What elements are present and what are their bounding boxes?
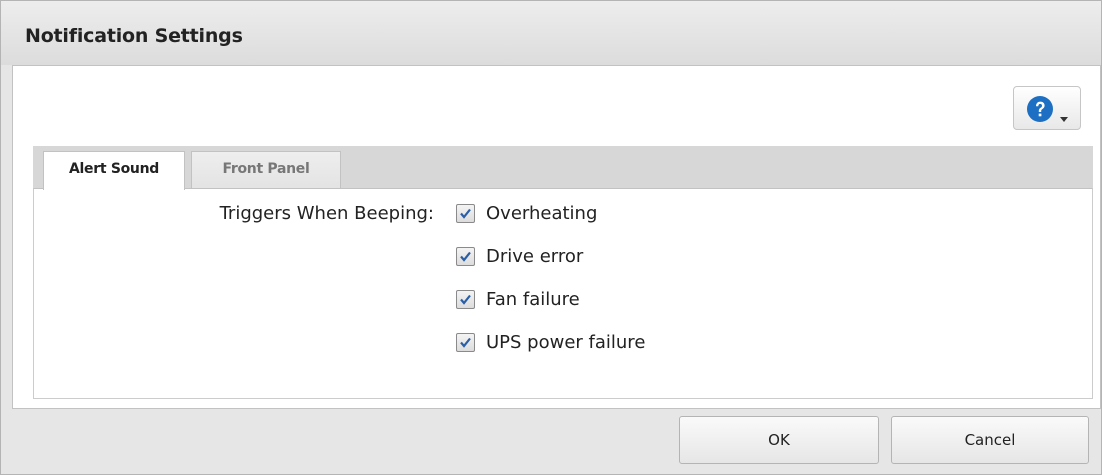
dialog-titlebar[interactable]: Notification Settings	[1, 1, 1101, 65]
notification-settings-dialog: Notification Settings Alert Sound Front …	[0, 0, 1102, 475]
ok-button[interactable]: OK	[679, 416, 879, 464]
ups-power-failure-checkbox[interactable]	[456, 333, 475, 352]
overheating-checkbox[interactable]	[456, 204, 475, 223]
dialog-title: Notification Settings	[25, 25, 243, 47]
dialog-content: Alert Sound Front Panel Triggers When Be…	[12, 65, 1101, 409]
fan-failure-label: Fan failure	[486, 289, 580, 310]
cancel-button[interactable]: Cancel	[891, 416, 1089, 464]
fan-failure-checkbox[interactable]	[456, 290, 475, 309]
tab-bar: Alert Sound Front Panel	[33, 146, 1093, 190]
question-circle-icon	[1027, 96, 1053, 122]
caret-down-icon	[1060, 107, 1068, 126]
tab-alert-sound[interactable]: Alert Sound	[43, 151, 185, 190]
drive-error-checkbox[interactable]	[456, 247, 475, 266]
overheating-label: Overheating	[486, 203, 598, 224]
triggers-label: Triggers When Beeping:	[219, 203, 434, 224]
drive-error-label: Drive error	[486, 246, 584, 267]
ups-power-failure-label: UPS power failure	[486, 332, 646, 353]
alert-sound-panel: Triggers When Beeping: Overheating Drive…	[33, 188, 1093, 399]
help-menu-button[interactable]	[1013, 86, 1081, 130]
tab-front-panel[interactable]: Front Panel	[191, 151, 341, 189]
